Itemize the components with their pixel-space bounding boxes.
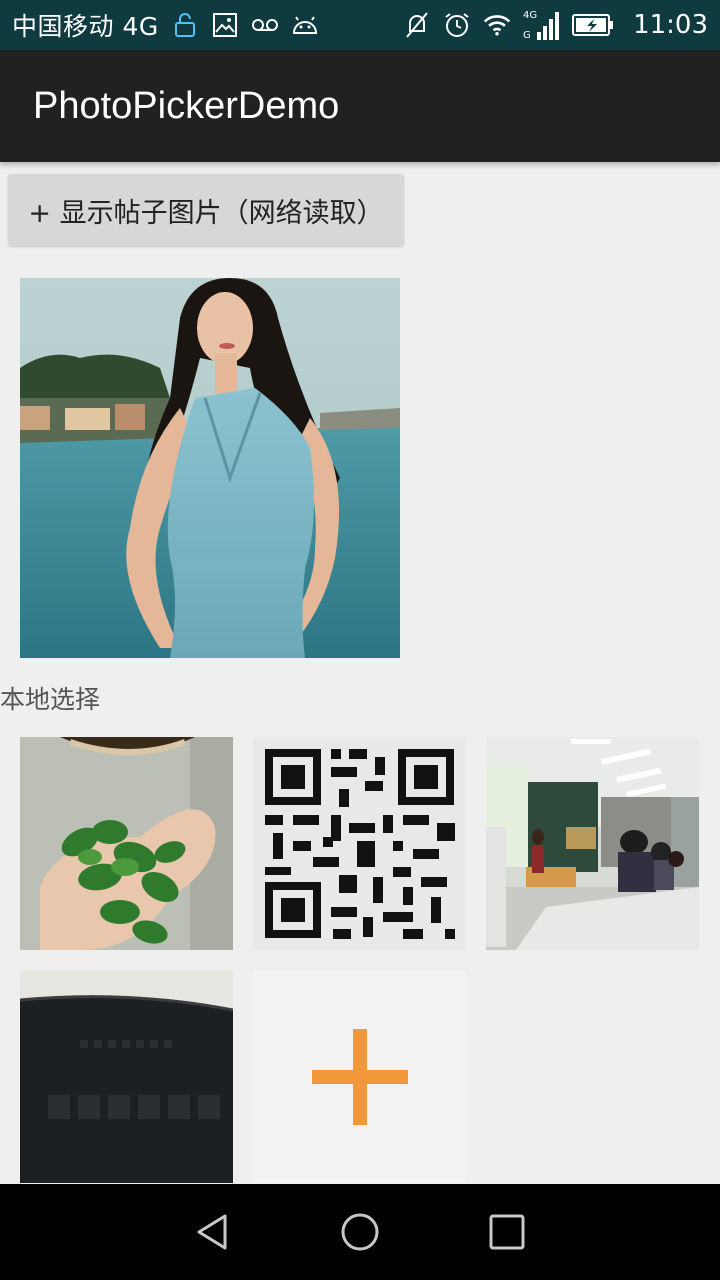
alarm-icon [443,11,471,39]
android-icon [291,11,319,39]
voicemail-icon [251,11,279,39]
network-label-bottom: G [523,30,531,41]
carrier-label: 中国移动 4G [12,12,159,41]
navigation-bar [0,1184,720,1280]
plus-icon [311,1028,408,1125]
local-select-label: 本地选择 [0,685,101,714]
local-photo-1-image [20,737,233,950]
local-photo-4-image [20,970,233,1183]
signal-icon: 4G G [523,10,560,41]
post-photo[interactable] [20,278,400,658]
status-right: 4G G 11:03 [403,10,708,41]
status-left: 中国移动 4G [12,7,319,43]
back-button[interactable] [183,1202,243,1262]
status-bar: 中国移动 4G 4G G 11:03 [0,0,720,50]
post-photo-image [20,278,400,658]
network-label-top: 4G [523,10,537,21]
home-icon [341,1213,379,1251]
lock-icon [171,11,199,39]
recents-icon [489,1214,525,1250]
local-photo-4[interactable] [20,970,233,1183]
home-button[interactable] [330,1202,390,1262]
clock: 11:03 [633,10,708,40]
show-post-images-button[interactable]: + 显示帖子图片（网络读取） [8,174,404,246]
back-icon [197,1214,227,1250]
local-photo-1[interactable] [20,737,233,950]
app-title: PhotoPickerDemo [33,84,340,127]
image-icon [211,11,239,39]
battery-icon [571,11,615,39]
local-photo-2[interactable] [253,737,466,950]
mute-icon [403,11,431,39]
wifi-icon [483,11,511,39]
recents-button[interactable] [477,1202,537,1262]
main-content: + 显示帖子图片（网络读取） 本地选择 [0,162,720,1184]
local-photo-3-image [486,737,699,950]
add-photo-button[interactable] [253,970,466,1183]
app-bar: PhotoPickerDemo [0,50,720,162]
local-photo-2-image [253,737,466,950]
local-photo-3[interactable] [486,737,699,950]
